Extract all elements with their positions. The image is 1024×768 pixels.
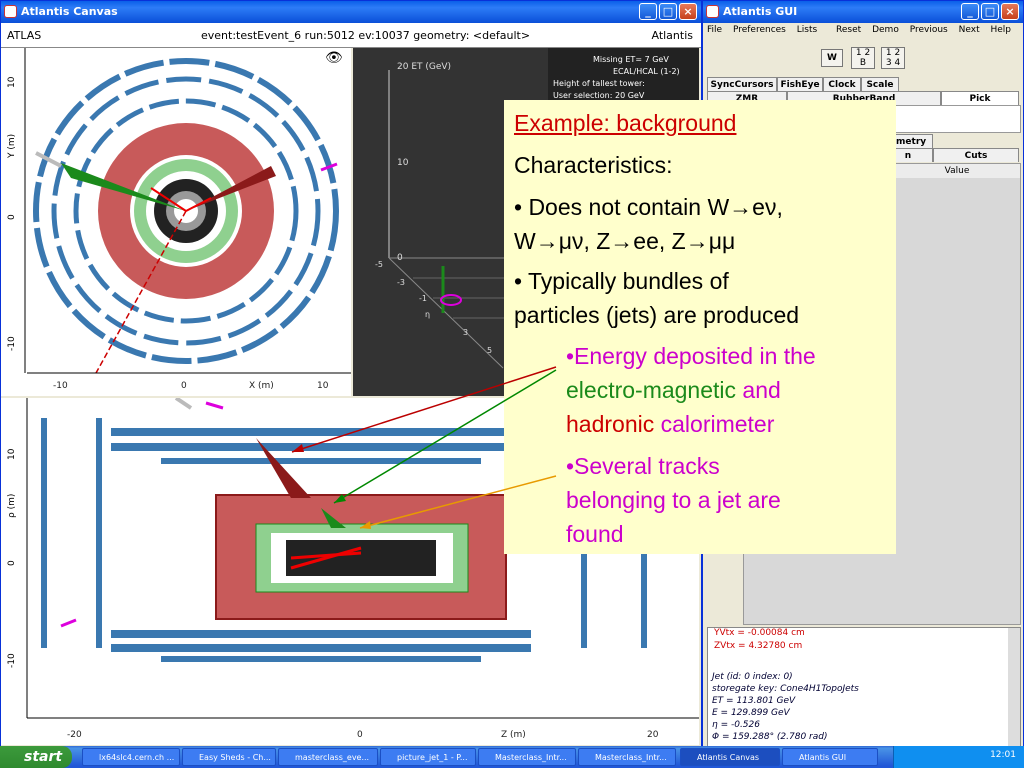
arrow-em xyxy=(333,369,557,504)
task-masterclass-intr-1[interactable]: Masterclass_Intr... xyxy=(478,748,576,766)
task-picture-jet[interactable]: picture_jet_1 - P... xyxy=(380,748,476,766)
taskbar: start lx64slc4.cern.ch ... Easy Sheds - … xyxy=(0,746,1024,768)
arrow-hadronic xyxy=(291,366,557,453)
task-atlantis-canvas[interactable]: Atlantis Canvas xyxy=(680,748,780,766)
arrow-tracks xyxy=(359,475,557,529)
task-lx64slc4[interactable]: lx64slc4.cern.ch ... xyxy=(82,748,180,766)
task-masterclass-eve[interactable]: masterclass_eve... xyxy=(278,748,378,766)
system-tray: 12:01 xyxy=(893,746,1024,768)
task-easy-sheds[interactable]: Easy Sheds - Ch... xyxy=(182,748,276,766)
start-label: start xyxy=(24,749,63,765)
start-button[interactable]: start xyxy=(0,746,72,768)
annotation-arrows xyxy=(291,366,557,529)
task-masterclass-intr-2[interactable]: Masterclass_Intr... xyxy=(578,748,676,766)
task-atlantis-gui[interactable]: Atlantis GUI xyxy=(782,748,878,766)
clock: 12:01 xyxy=(990,750,1016,760)
